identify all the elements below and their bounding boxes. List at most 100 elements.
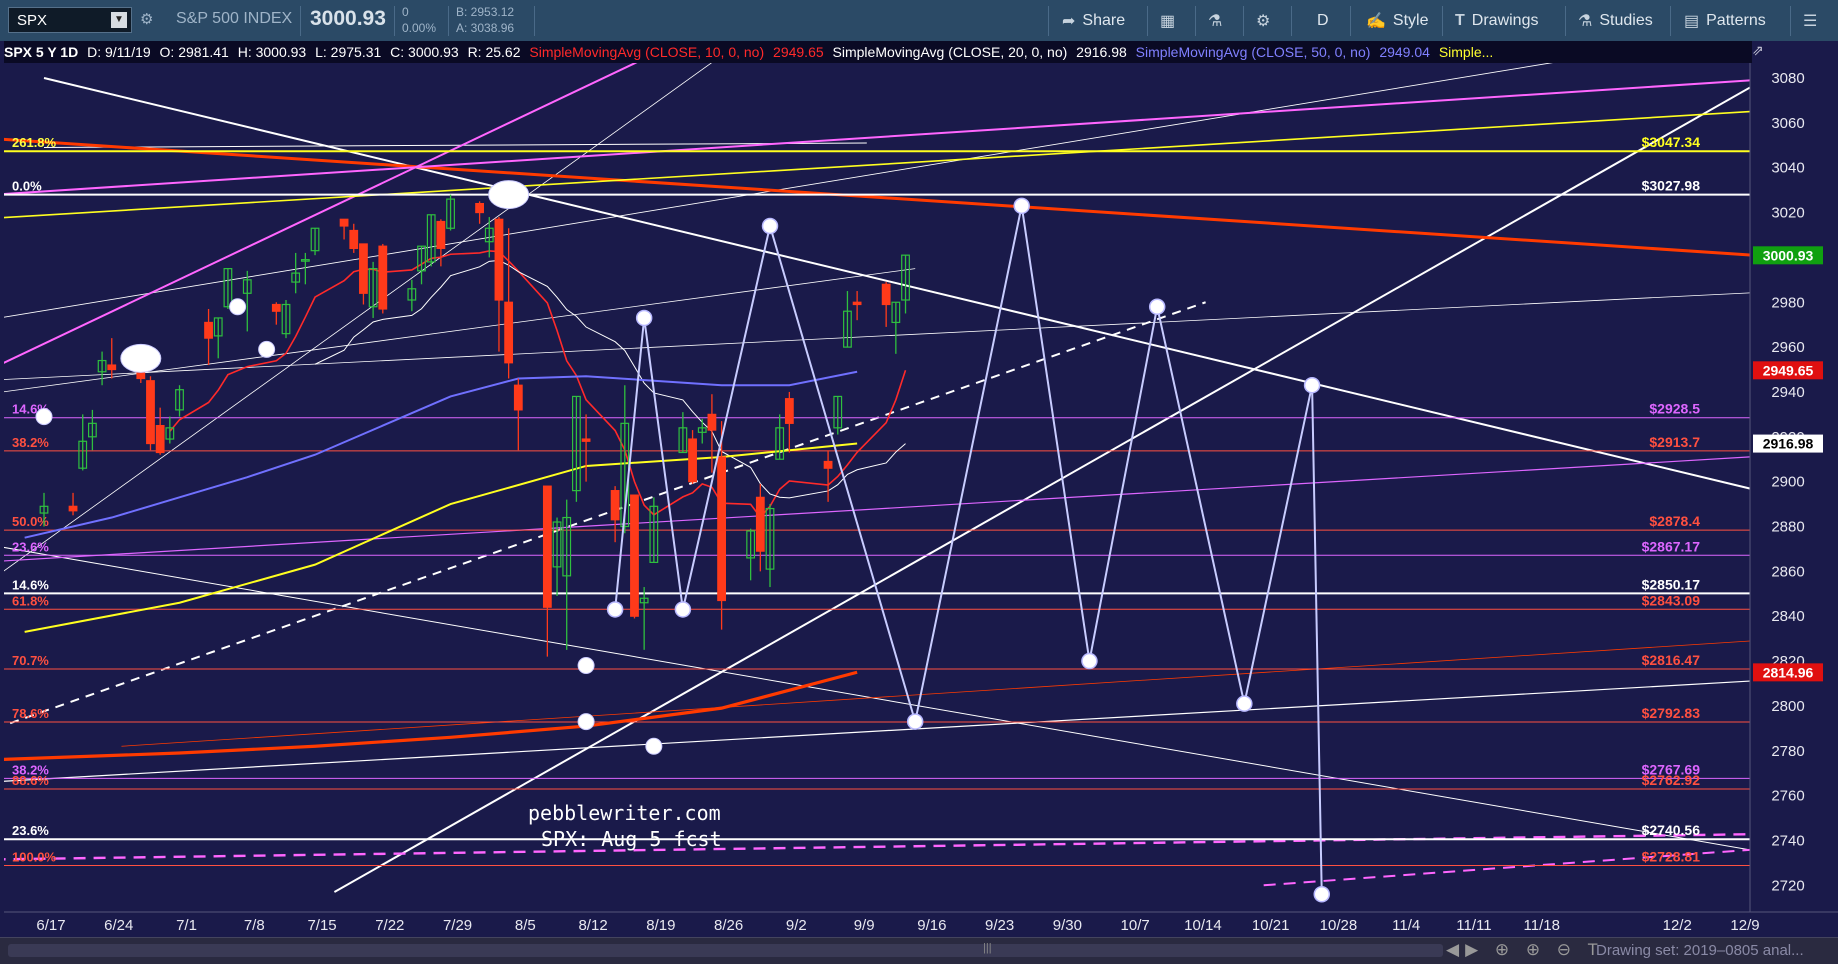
divider	[448, 6, 449, 36]
drawings-label: Drawings	[1471, 11, 1539, 29]
candle-body	[204, 321, 213, 339]
legend-sma10-value: 2949.65	[773, 44, 824, 60]
candle-body	[707, 413, 717, 431]
annotation-text: SPX: Aug 5 fcst	[541, 827, 722, 851]
x-tick-label: 10/28	[1320, 917, 1358, 934]
price-tag: 2814.96	[1753, 663, 1823, 682]
study-legend: SPX 5 Y 1D D: 9/11/19 O: 2981.41 H: 3000…	[4, 41, 1752, 63]
horizontal-scrollbar[interactable]	[8, 944, 1443, 957]
percent-change: 0.00%	[402, 21, 437, 35]
x-tick-label: 7/1	[176, 917, 197, 934]
fib-level-label: 23.6%	[12, 823, 49, 838]
pivot-marker	[120, 343, 162, 373]
drawings-button[interactable]: T Drawings	[1455, 0, 1538, 41]
ask-price: A: 3038.96	[456, 21, 515, 35]
forecast-pivot-marker	[1303, 376, 1321, 394]
divider	[1442, 6, 1443, 36]
x-tick-label: 11/11	[1456, 917, 1491, 934]
x-tick-label: 12/2	[1663, 917, 1692, 934]
divider	[1670, 6, 1671, 36]
legend-sma50[interactable]: SimpleMovingAvg (CLOSE, 50, 0, no)	[1136, 44, 1371, 60]
legend-low: L: 2975.31	[315, 44, 382, 60]
candle-body	[717, 456, 726, 602]
collapse-icon[interactable]: ⇗	[1752, 42, 1764, 59]
change-block: 0 0.00%	[402, 4, 436, 36]
x-tick-label: 8/5	[515, 917, 536, 934]
forecast-pivot-marker	[1313, 886, 1331, 903]
bid-price: B: 2953.12	[456, 5, 515, 19]
menu-button[interactable]: ☰	[1803, 0, 1824, 41]
gear-icon: ⚙	[1256, 12, 1271, 30]
fib-level-label: 14.6%	[12, 577, 49, 592]
scrollbar-grip-icon[interactable]: |||	[983, 942, 992, 954]
x-tick-label: 9/16	[917, 917, 946, 934]
share-button[interactable]: ➦ Share	[1062, 0, 1125, 41]
symbol-selector[interactable]: SPX ▼	[8, 7, 132, 33]
x-tick-label: 9/23	[985, 917, 1014, 934]
candle-body	[610, 490, 620, 521]
candle-body	[513, 384, 523, 411]
price-tag: 2949.65	[1753, 361, 1823, 380]
symbol-input[interactable]: SPX	[17, 12, 47, 29]
y-tick-label: 2780	[1771, 743, 1804, 760]
flask-button[interactable]: ⚗	[1208, 0, 1229, 41]
style-button[interactable]: ✍ Style	[1366, 0, 1429, 41]
patterns-button[interactable]: ▤ Patterns	[1684, 0, 1766, 41]
candle-body	[378, 245, 388, 310]
price-chart[interactable]: $3047.34 261.8% $3027.98 0.0% $2928.5 14.6% $2…	[0, 41, 1838, 937]
studies-button[interactable]: ⚗ Studies	[1578, 0, 1653, 41]
price-level-label: $2850.17	[1642, 576, 1701, 592]
y-tick-label: 3080	[1771, 70, 1804, 87]
price-level-label: $2792.83	[1642, 705, 1701, 721]
chart-settings-button[interactable]: ⚙	[1256, 0, 1277, 41]
style-label: Style	[1392, 11, 1429, 29]
price-level-label: $3027.98	[1642, 178, 1701, 194]
forecast-pivot-marker	[761, 217, 779, 235]
candle-body	[542, 485, 552, 608]
symbol-settings-icon[interactable]: ⚙	[140, 10, 153, 28]
candle-body	[107, 364, 117, 371]
candle-body	[784, 398, 794, 424]
fib-level-label: 88.6%	[12, 773, 49, 788]
price-tag-label: 2949.65	[1763, 362, 1814, 378]
price-level-label: $2928.5	[1649, 401, 1700, 417]
menu-icon: ☰	[1803, 12, 1818, 30]
legend-more[interactable]: Simple...	[1439, 44, 1493, 60]
candle-body	[852, 301, 862, 306]
divider	[1790, 6, 1791, 36]
chevron-down-icon[interactable]: ▼	[111, 12, 127, 28]
layout-button[interactable]: ▦	[1160, 0, 1182, 41]
candle-body	[630, 494, 639, 617]
fib-level-label: 0.0%	[12, 179, 42, 194]
drawing-set-label[interactable]: Drawing set: 2019–0805 anal...	[1596, 942, 1804, 959]
candle-body	[688, 438, 697, 483]
x-tick-label: 6/17	[36, 917, 65, 934]
zoom-tools[interactable]: ◀▶ ⊕ ⊕ ⊖ T	[1446, 940, 1604, 960]
legend-range: R: 25.62	[467, 44, 521, 60]
legend-symbol: SPX 5 Y 1D	[4, 44, 79, 60]
divider	[1048, 6, 1049, 36]
candle-body	[823, 460, 833, 469]
legend-sma10[interactable]: SimpleMovingAvg (CLOSE, 10, 0, no)	[529, 44, 764, 60]
period-button[interactable]: D	[1317, 0, 1329, 41]
price-tag: 3000.93	[1753, 246, 1823, 265]
y-tick-label: 2720	[1771, 877, 1804, 894]
x-tick-label: 9/9	[854, 917, 875, 934]
x-tick-label: 10/14	[1184, 917, 1222, 934]
chart-area[interactable]: $3047.34 261.8% $3027.98 0.0% $2928.5 14.6% $2…	[0, 41, 1838, 937]
candle-body	[436, 220, 446, 250]
candle-body	[475, 202, 484, 214]
candle	[146, 376, 155, 451]
text-tool-icon: T	[1455, 11, 1465, 29]
patterns-label: Patterns	[1706, 11, 1766, 29]
fib-level-label: 78.6%	[12, 706, 49, 721]
x-tick-label: 10/7	[1121, 917, 1150, 934]
pivot-marker	[488, 180, 530, 210]
legend-sma20[interactable]: SimpleMovingAvg (CLOSE, 20, 0, no)	[833, 44, 1068, 60]
x-tick-label: 7/22	[375, 917, 404, 934]
candle-body	[494, 218, 504, 301]
studies-label: Studies	[1599, 11, 1653, 29]
patterns-icon: ▤	[1684, 12, 1700, 30]
candle-body	[271, 303, 281, 312]
pivot-marker	[35, 408, 53, 426]
